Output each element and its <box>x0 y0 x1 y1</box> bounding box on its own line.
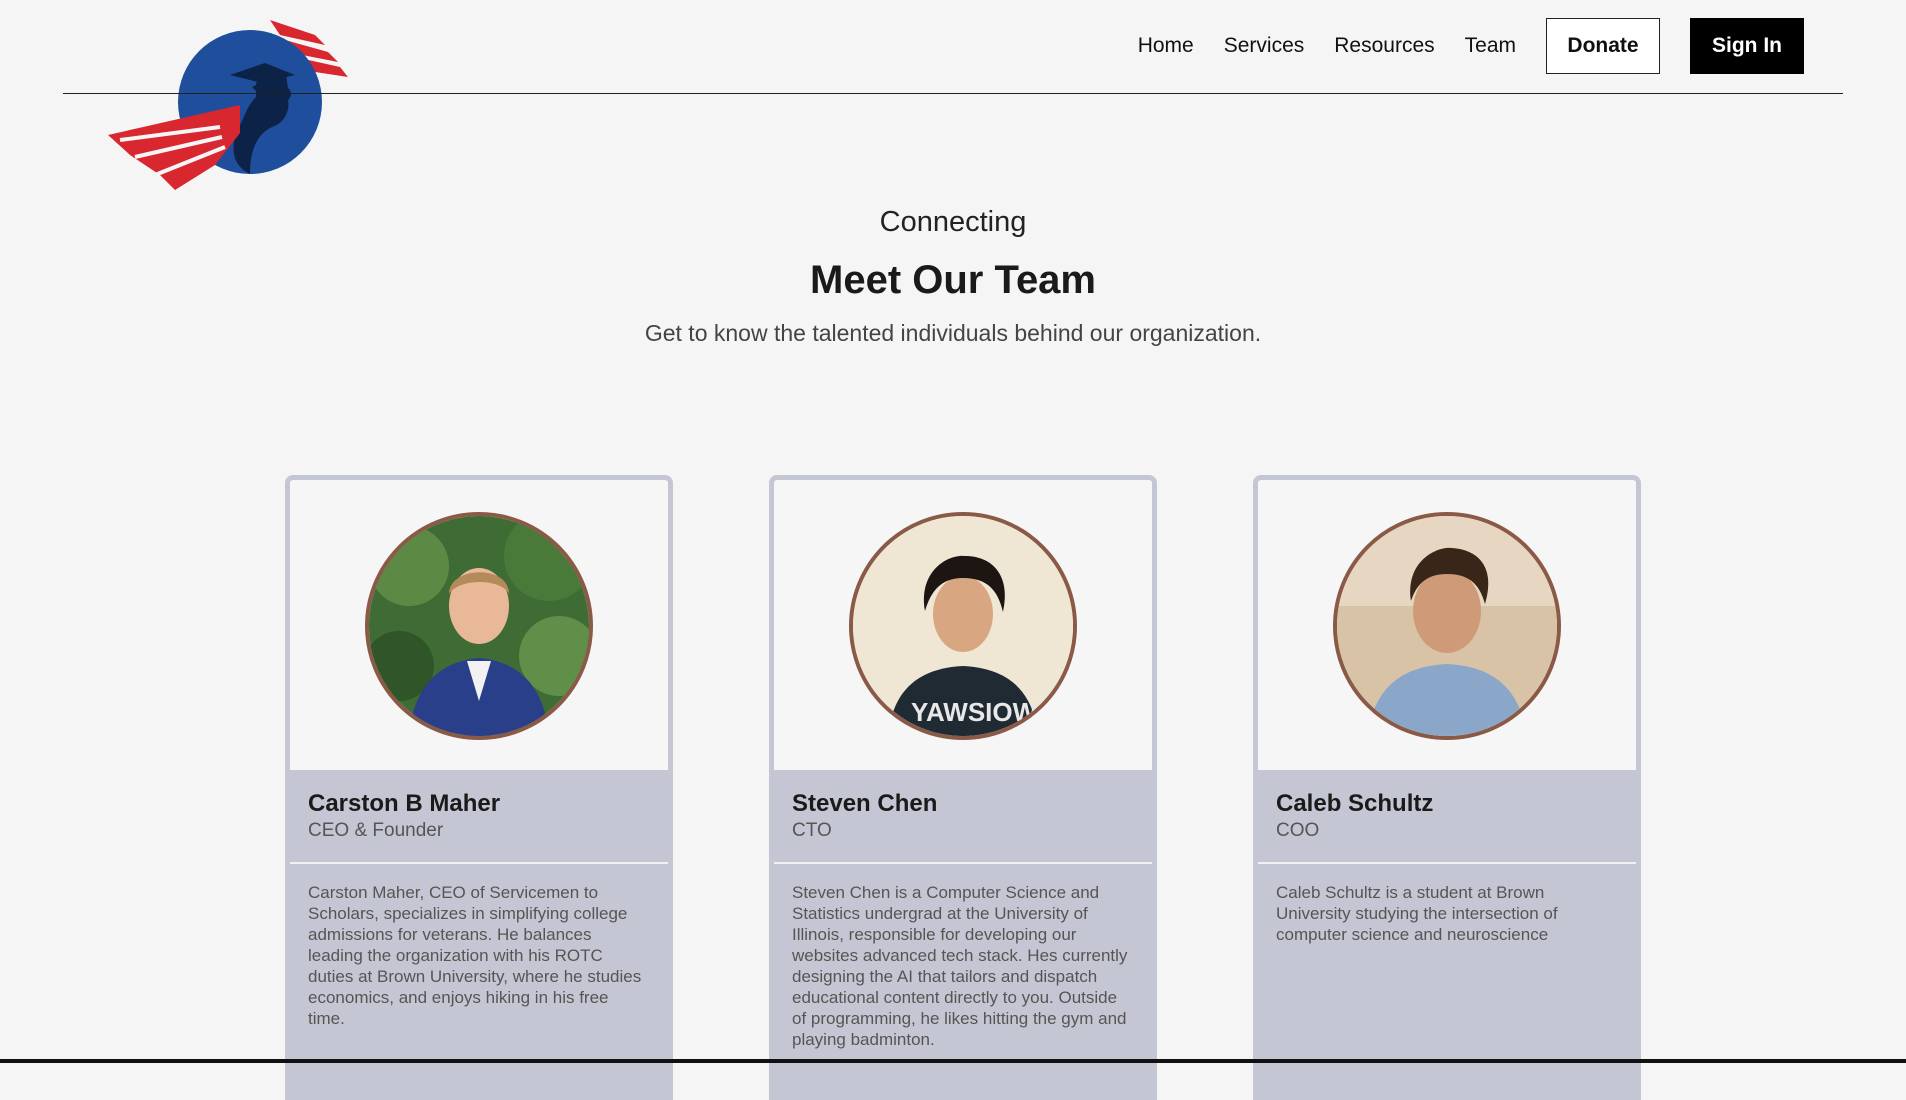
page-title: Meet Our Team <box>810 258 1096 302</box>
section-eyebrow: Connecting <box>879 206 1027 238</box>
nav-services[interactable]: Services <box>1224 34 1305 58</box>
logo[interactable] <box>100 15 360 195</box>
member-role: COO <box>1276 820 1320 841</box>
header-divider <box>63 93 1843 94</box>
team-cards: Carston B Maher CEO & Founder Carston Ma… <box>285 475 1641 1100</box>
avatar <box>1333 512 1561 740</box>
member-bio: Caleb Schultz is a student at Brown Univ… <box>1276 883 1558 944</box>
team-card: Caleb Schultz COO Caleb Schultz is a stu… <box>1253 475 1641 1100</box>
member-role: CTO <box>792 820 832 841</box>
member-name: Steven Chen <box>792 790 938 817</box>
team-card: YAWSIOW Steven Chen CTO Steven Chen is a… <box>769 475 1157 1100</box>
nav-resources[interactable]: Resources <box>1334 34 1434 58</box>
member-name: Caleb Schultz <box>1276 790 1434 817</box>
member-bio: Carston Maher, CEO of Servicemen to Scho… <box>308 883 642 1028</box>
avatar <box>365 512 593 740</box>
nav-home[interactable]: Home <box>1138 34 1194 58</box>
bottom-border <box>0 1059 1906 1063</box>
svg-text:YAWSIOW: YAWSIOW <box>911 697 1038 727</box>
team-card: Carston B Maher CEO & Founder Carston Ma… <box>285 475 673 1100</box>
top-nav: Home Services Resources Team Donate Sign… <box>1138 18 1804 74</box>
sign-in-button[interactable]: Sign In <box>1690 18 1804 74</box>
nav-team[interactable]: Team <box>1465 34 1516 58</box>
member-role: CEO & Founder <box>308 820 444 841</box>
avatar: YAWSIOW <box>849 512 1077 740</box>
member-name: Carston B Maher <box>308 790 501 817</box>
donate-button[interactable]: Donate <box>1546 18 1660 74</box>
page-subtitle: Get to know the talented individuals beh… <box>644 320 1262 346</box>
member-bio: Steven Chen is a Computer Science and St… <box>792 883 1128 1049</box>
